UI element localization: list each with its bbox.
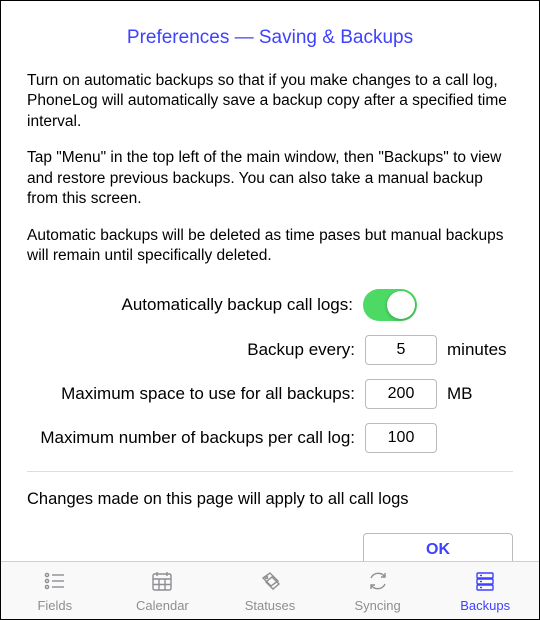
backup-every-label: Backup every: [27, 340, 355, 360]
divider [27, 471, 513, 472]
page-title: Preferences — Saving & Backups [27, 27, 513, 49]
tab-calendar-label: Calendar [136, 598, 189, 613]
max-num-row: Maximum number of backups per call log: [27, 423, 513, 453]
intro-paragraph-3: Automatic backups will be deleted as tim… [27, 226, 513, 267]
list-icon [42, 569, 68, 596]
max-space-unit: MB [447, 384, 513, 404]
intro-paragraph-1: Turn on automatic backups so that if you… [27, 71, 513, 132]
max-space-label: Maximum space to use for all backups: [27, 384, 355, 404]
tag-icon [257, 569, 283, 596]
tab-backups[interactable]: Backups [431, 562, 539, 619]
tab-backups-label: Backups [460, 598, 510, 613]
max-space-row: Maximum space to use for all backups: MB [27, 379, 513, 409]
auto-backup-toggle[interactable] [363, 289, 417, 321]
max-space-input[interactable] [365, 379, 437, 409]
backups-icon [472, 569, 498, 596]
ok-button[interactable]: OK [363, 533, 513, 561]
tab-statuses[interactable]: Statuses [216, 562, 324, 619]
max-num-input[interactable] [365, 423, 437, 453]
auto-backup-label: Automatically backup call logs: [27, 295, 353, 315]
tab-statuses-label: Statuses [245, 598, 296, 613]
intro-paragraph-2: Tap "Menu" in the top left of the main w… [27, 148, 513, 209]
auto-backup-row: Automatically backup call logs: [27, 289, 513, 321]
calendar-icon [149, 569, 175, 596]
tab-calendar[interactable]: Calendar [109, 562, 217, 619]
max-num-label: Maximum number of backups per call log: [27, 428, 355, 448]
sync-icon [365, 569, 391, 596]
tab-fields-label: Fields [37, 598, 72, 613]
backup-every-row: Backup every: minutes [27, 335, 513, 365]
backup-every-unit: minutes [447, 340, 513, 360]
settings-group: Automatically backup call logs: Backup e… [27, 289, 513, 453]
footnote: Changes made on this page will apply to … [27, 490, 513, 509]
backup-every-input[interactable] [365, 335, 437, 365]
toggle-knob-icon [387, 291, 415, 319]
tab-bar: Fields Calendar Statuses [1, 561, 539, 619]
tab-syncing-label: Syncing [354, 598, 400, 613]
tab-syncing[interactable]: Syncing [324, 562, 432, 619]
tab-fields[interactable]: Fields [1, 562, 109, 619]
